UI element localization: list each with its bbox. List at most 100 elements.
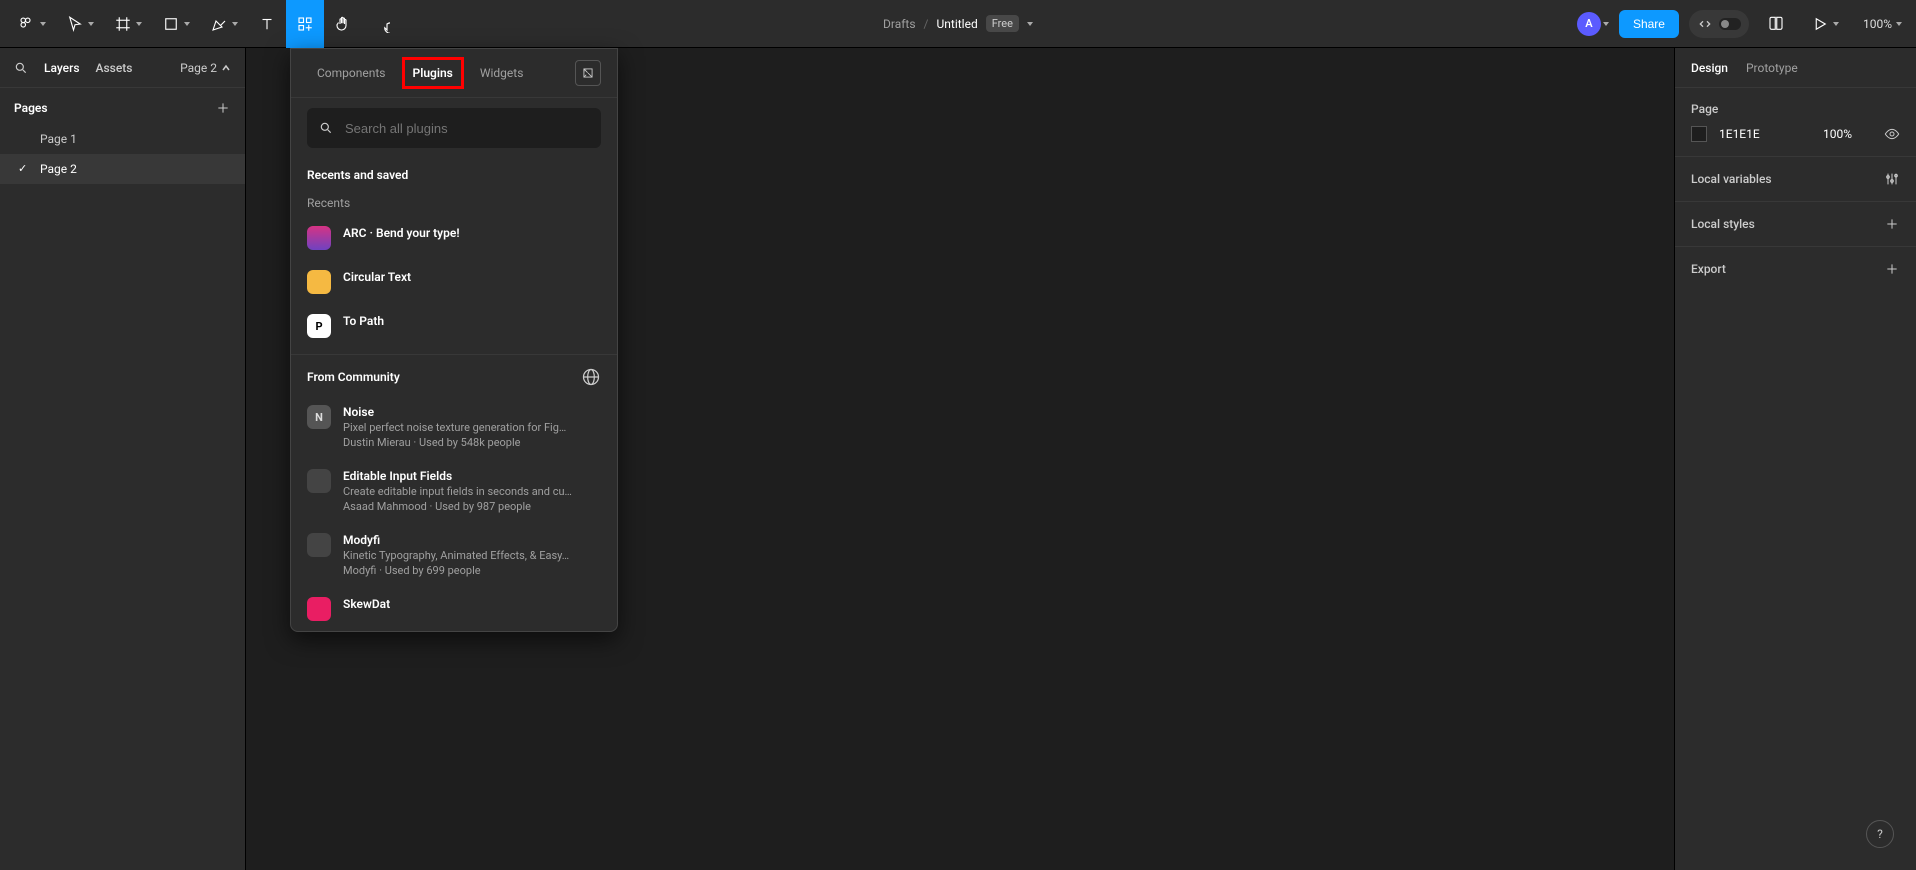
right-panel: Design Prototype Page 1E1E1E 100% Local … — [1674, 48, 1916, 870]
plugin-name: Editable Input Fields — [343, 469, 601, 483]
zoom-control[interactable]: 100% — [1857, 17, 1908, 31]
plugin-icon: P — [307, 314, 331, 338]
plugin-name: ARC · Bend your type! — [343, 226, 601, 240]
resources-icon — [296, 15, 314, 33]
text-icon — [258, 15, 276, 33]
page-item[interactable]: Page 1 — [0, 124, 245, 154]
document-title[interactable]: Drafts / Untitled Free — [883, 15, 1033, 32]
plugin-name: Noise — [343, 405, 601, 419]
tab-layers[interactable]: Layers — [44, 61, 80, 75]
move-tool-button[interactable] — [56, 0, 104, 48]
search-icon — [319, 121, 333, 135]
community-plugin-item[interactable]: Editable Input Fields Create editable in… — [291, 459, 617, 523]
tab-widgets[interactable]: Widgets — [470, 58, 534, 88]
popout-icon — [581, 66, 595, 80]
hand-icon — [334, 15, 352, 33]
plugin-description: Pixel perfect noise texture generation f… — [343, 421, 601, 434]
plugin-icon — [307, 270, 331, 294]
plugin-meta: Dustin Mierau · Used by 548k people — [343, 436, 601, 449]
frame-icon — [114, 15, 132, 33]
resources-tool-button[interactable] — [286, 0, 324, 48]
chevron-down-icon — [1896, 22, 1902, 26]
main-menu-button[interactable] — [8, 0, 56, 48]
tab-plugins[interactable]: Plugins — [402, 57, 464, 89]
plugin-name: Circular Text — [343, 270, 601, 284]
plugin-meta: Asaad Mahmood · Used by 987 people — [343, 500, 601, 513]
pen-tool-button[interactable] — [200, 0, 248, 48]
page-selector-label: Page 2 — [180, 61, 217, 75]
hand-tool-button[interactable] — [324, 0, 362, 48]
plugin-icon — [307, 469, 331, 493]
plugin-search-box[interactable] — [307, 108, 601, 148]
color-opacity: 100% — [1823, 127, 1852, 141]
community-plugin-item[interactable]: Modyfi Kinetic Typography, Animated Effe… — [291, 523, 617, 587]
plan-badge: Free — [986, 15, 1019, 32]
chevron-down-icon — [184, 22, 190, 26]
visibility-toggle-icon[interactable] — [1884, 126, 1900, 142]
code-icon — [1697, 16, 1713, 32]
tab-assets[interactable]: Assets — [96, 61, 133, 75]
breadcrumb-separator: / — [924, 17, 929, 31]
color-hex: 1E1E1E — [1719, 127, 1760, 141]
plugin-name: Modyfi — [343, 533, 601, 547]
share-button[interactable]: Share — [1619, 10, 1679, 38]
text-tool-button[interactable] — [248, 0, 286, 48]
pages-header: Pages — [0, 88, 245, 124]
avatar[interactable]: A — [1577, 12, 1601, 36]
shape-tool-button[interactable] — [152, 0, 200, 48]
dev-mode-toggle[interactable] — [1689, 10, 1749, 38]
page-background-row[interactable]: 1E1E1E 100% — [1691, 126, 1900, 142]
local-styles-label: Local styles — [1691, 217, 1755, 231]
chevron-down-icon — [136, 22, 142, 26]
variables-settings-button[interactable] — [1884, 171, 1900, 187]
add-style-button[interactable] — [1884, 216, 1900, 232]
add-page-button[interactable] — [215, 100, 231, 116]
chevron-down-icon — [1603, 22, 1609, 26]
community-plugin-item[interactable]: N Noise Pixel perfect noise texture gene… — [291, 395, 617, 459]
page-selector[interactable]: Page 2 — [180, 61, 231, 75]
cursor-icon — [66, 15, 84, 33]
search-icon[interactable] — [14, 61, 28, 75]
comment-tool-button[interactable] — [362, 0, 400, 48]
chevron-down-icon — [88, 22, 94, 26]
file-name: Untitled — [937, 17, 978, 31]
chevron-down-icon — [1027, 22, 1033, 26]
figma-logo-icon — [18, 15, 36, 33]
top-toolbar: Drafts / Untitled Free A Share 100% — [0, 0, 1916, 48]
plugin-meta: Modyfi · Used by 699 people — [343, 564, 601, 577]
local-variables-label: Local variables — [1691, 172, 1772, 186]
plugin-icon: N — [307, 405, 331, 429]
left-panel: Layers Assets Page 2 Pages Page 1Page 2 — [0, 48, 246, 870]
page-section-header: Page — [1691, 102, 1900, 116]
present-button[interactable] — [1803, 9, 1847, 39]
tab-prototype[interactable]: Prototype — [1746, 61, 1798, 75]
export-label: Export — [1691, 262, 1726, 276]
page-item[interactable]: Page 2 — [0, 154, 245, 184]
community-header: From Community — [307, 370, 400, 384]
zoom-value: 100% — [1863, 17, 1892, 31]
rectangle-icon — [162, 15, 180, 33]
comment-icon — [372, 15, 390, 33]
library-button[interactable] — [1759, 9, 1793, 39]
chevron-down-icon — [232, 22, 238, 26]
recent-plugin-item[interactable]: Circular Text — [291, 260, 617, 304]
recents-saved-header: Recents and saved — [291, 162, 617, 192]
plugin-name: To Path — [343, 314, 601, 328]
chevron-down-icon — [1833, 22, 1839, 26]
tab-components[interactable]: Components — [307, 58, 396, 88]
plugin-description: Create editable input fields in seconds … — [343, 485, 601, 498]
help-button[interactable]: ? — [1866, 820, 1894, 848]
globe-icon[interactable] — [581, 367, 601, 387]
recent-plugin-item[interactable]: ARC · Bend your type! — [291, 216, 617, 260]
plugin-icon — [307, 597, 331, 621]
frame-tool-button[interactable] — [104, 0, 152, 48]
play-icon — [1811, 15, 1829, 33]
add-export-button[interactable] — [1884, 261, 1900, 277]
plugin-search-input[interactable] — [343, 120, 589, 137]
color-swatch[interactable] — [1691, 126, 1707, 142]
recent-plugin-item[interactable]: P To Path — [291, 304, 617, 348]
community-plugin-item[interactable]: SkewDat — [291, 587, 617, 631]
toggle-icon — [1719, 18, 1741, 30]
tab-design[interactable]: Design — [1691, 61, 1728, 75]
popout-button[interactable] — [575, 60, 601, 86]
